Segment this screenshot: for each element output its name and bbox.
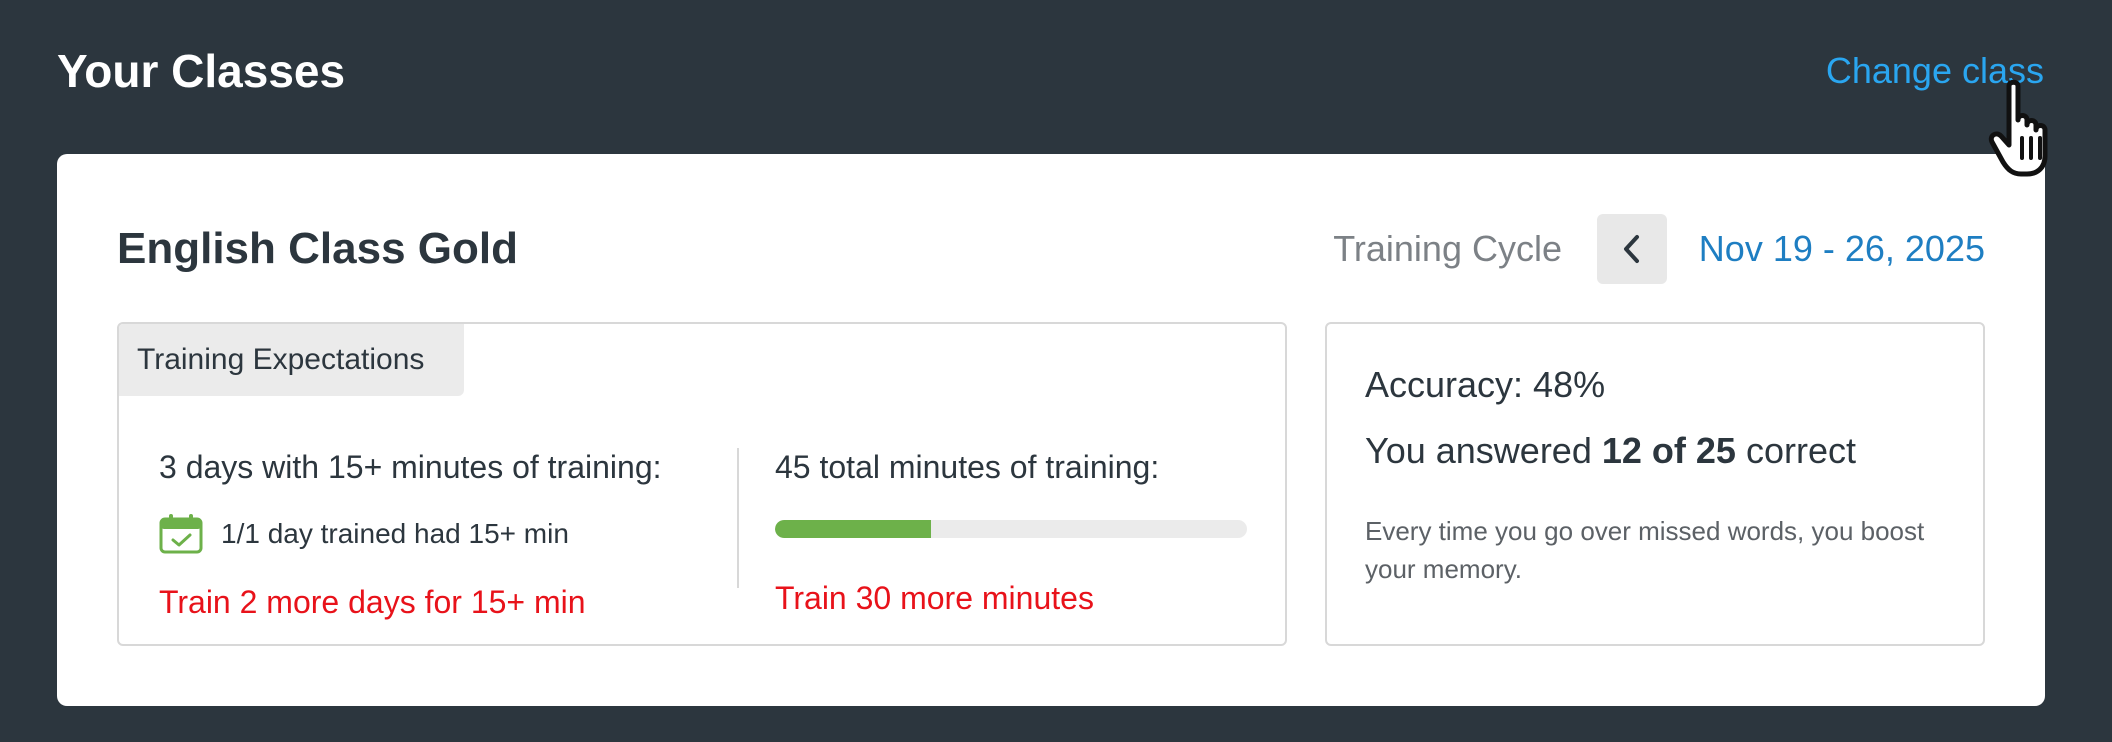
days-warning: Train 2 more days for 15+ min	[159, 584, 586, 620]
days-criterion-text: 3 days with 15+ minutes of training:	[159, 449, 662, 485]
training-expectations-tab: Training Expectations	[119, 324, 464, 396]
training-cycle-label: Training Cycle	[1333, 228, 1562, 269]
hand-pointer-icon	[1988, 79, 2048, 177]
page: Your Classes Change class English Class …	[0, 0, 2112, 742]
answered-suffix: correct	[1735, 430, 1856, 471]
accuracy-tip: Every time you go over missed words, you…	[1365, 516, 1925, 584]
calendar-check-icon	[159, 514, 203, 554]
class-card: English Class Gold Training Cycle Nov 19…	[57, 154, 2045, 706]
minutes-progress-fill	[775, 520, 931, 538]
minutes-progress-bar	[775, 520, 1247, 538]
chevron-left-icon	[1624, 235, 1639, 263]
days-status-text: 1/1 day trained had 15+ min	[221, 518, 569, 549]
minutes-criterion-text: 45 total minutes of training:	[775, 449, 1160, 485]
answered-count: 12 of 25	[1601, 430, 1736, 471]
training-expectations-panel: Training Expectations 3 days with 15+ mi…	[117, 322, 1287, 646]
minutes-warning: Train 30 more minutes	[775, 580, 1094, 616]
days-criterion: 3 days with 15+ minutes of training: 1/1…	[159, 449, 662, 621]
days-status-row: 1/1 day trained had 15+ min	[159, 514, 662, 554]
column-divider	[737, 448, 739, 588]
accuracy-title: Accuracy: 48%	[1365, 364, 1606, 405]
accuracy-panel: Accuracy: 48% You answered 12 of 25 corr…	[1325, 322, 1985, 646]
previous-cycle-button[interactable]	[1597, 214, 1667, 284]
page-title: Your Classes	[57, 45, 346, 97]
training-cycle-date[interactable]: Nov 19 - 26, 2025	[1699, 228, 1985, 270]
answered-summary: You answered 12 of 25 correct	[1365, 430, 1856, 472]
answered-prefix: You answered	[1365, 430, 1602, 471]
minutes-criterion: 45 total minutes of training: Train 30 m…	[775, 449, 1247, 617]
class-name: English Class Gold	[117, 224, 518, 273]
